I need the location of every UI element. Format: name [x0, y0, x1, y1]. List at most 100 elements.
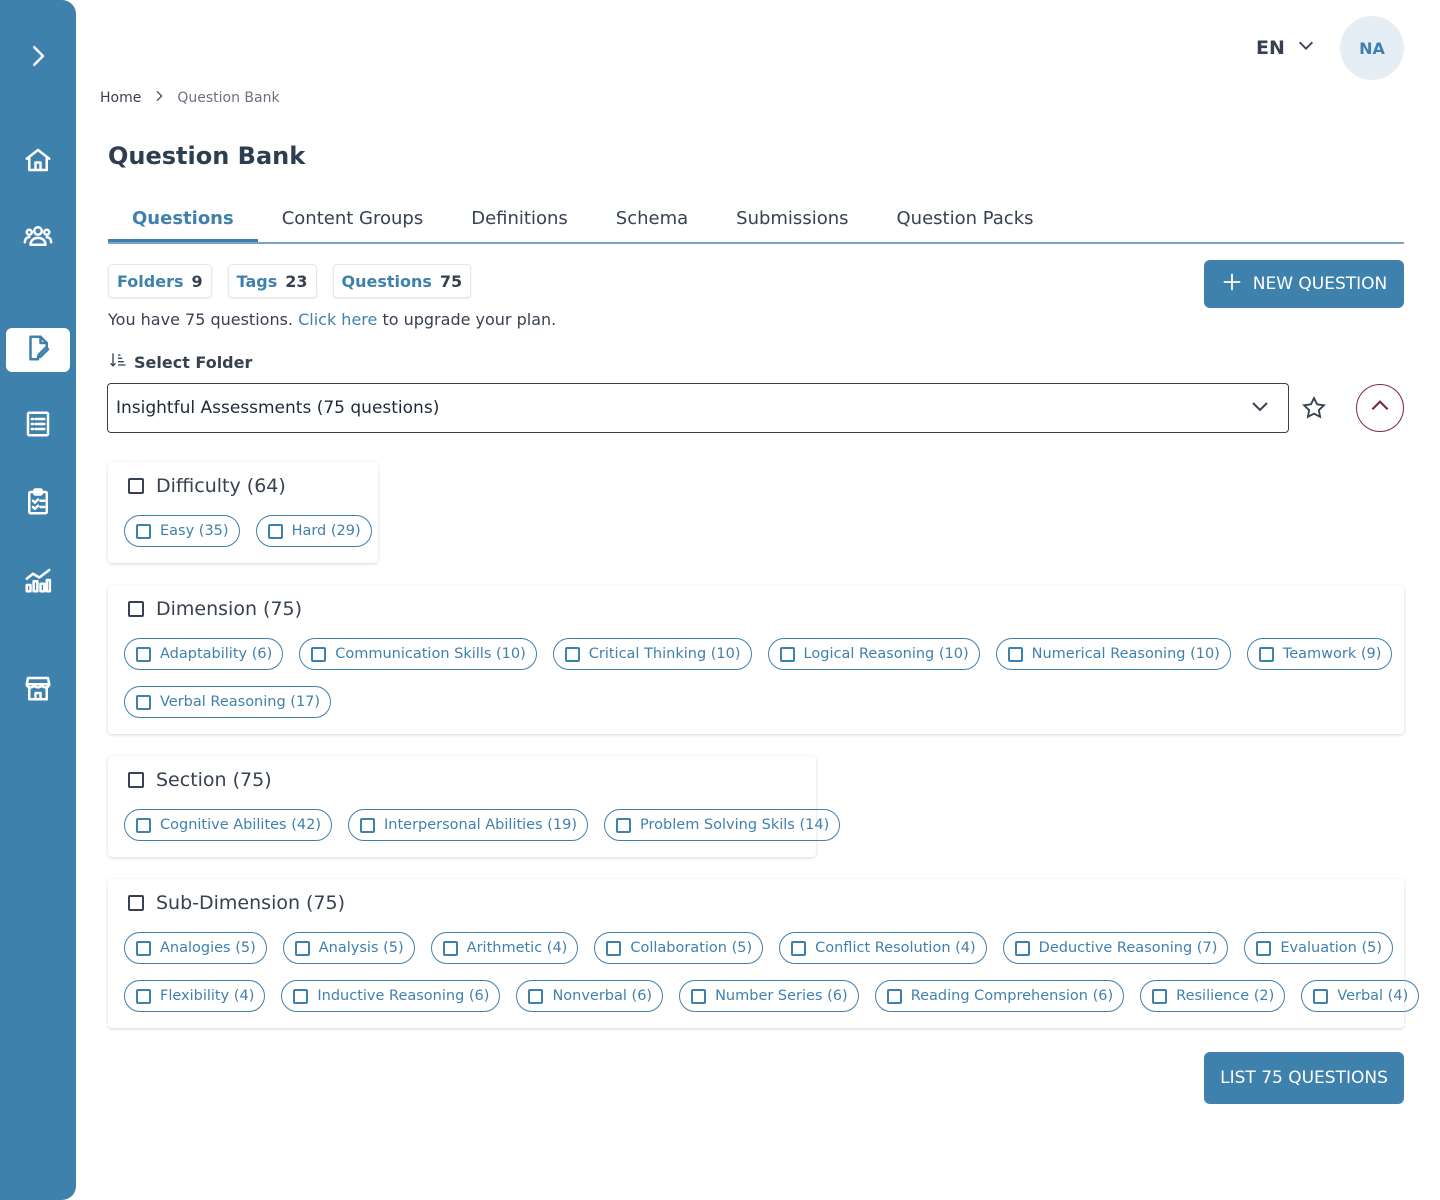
- tab-questions[interactable]: Questions: [108, 200, 258, 242]
- filter-chip[interactable]: Problem Solving Skils (14): [604, 809, 841, 841]
- filter-chip[interactable]: Numerical Reasoning (10): [995, 638, 1231, 670]
- sidebar-item-list[interactable]: [6, 404, 70, 448]
- sidebar-item-home[interactable]: [6, 140, 70, 184]
- collapse-filters-button[interactable]: [1356, 384, 1404, 432]
- avatar[interactable]: NA: [1340, 16, 1404, 80]
- edit-document-icon: [23, 333, 53, 367]
- checkbox[interactable]: [128, 772, 144, 788]
- checkbox[interactable]: [616, 817, 632, 833]
- chip-label: Adaptability (6): [160, 646, 273, 662]
- filter-chip[interactable]: Interpersonal Abilities (19): [348, 809, 589, 841]
- chip-label: Hard (29): [291, 523, 361, 539]
- tags-counter[interactable]: Tags 23: [227, 264, 317, 298]
- sidebar-item-question-bank[interactable]: [6, 328, 70, 372]
- checkbox[interactable]: [791, 940, 807, 956]
- checkbox[interactable]: [128, 601, 144, 617]
- checkbox[interactable]: [1014, 940, 1030, 956]
- sidebar-item-users[interactable]: [6, 216, 70, 260]
- checkbox[interactable]: [1007, 646, 1023, 662]
- filter-chip[interactable]: Cognitive Abilites (42): [124, 809, 332, 841]
- chip-label: Nonverbal (6): [552, 988, 653, 1004]
- checkbox[interactable]: [294, 940, 310, 956]
- tab-question-packs[interactable]: Question Packs: [873, 200, 1058, 242]
- sidebar-toggle[interactable]: [6, 36, 70, 80]
- filter-chip[interactable]: Easy (35): [124, 515, 240, 547]
- filter-chip[interactable]: Verbal Reasoning (17): [124, 686, 332, 718]
- group-header-difficulty[interactable]: Difficulty (64): [128, 475, 286, 497]
- checkbox[interactable]: [267, 523, 283, 539]
- checkbox[interactable]: [528, 988, 544, 1004]
- page-title: Question Bank: [108, 142, 306, 170]
- filter-group-dimension: Dimension (75) Adaptability (6) Communic…: [108, 585, 1404, 734]
- filter-chip[interactable]: Collaboration (5): [594, 932, 764, 964]
- filter-chip[interactable]: Logical Reasoning (10): [767, 638, 980, 670]
- checkbox[interactable]: [442, 940, 458, 956]
- filter-chip[interactable]: Number Series (6): [679, 980, 859, 1012]
- tab-definitions[interactable]: Definitions: [447, 200, 592, 242]
- filter-chip[interactable]: Arithmetic (4): [430, 932, 579, 964]
- group-header-subdimension[interactable]: Sub-Dimension (75): [128, 892, 345, 914]
- language-selector[interactable]: EN: [1256, 34, 1317, 61]
- checkbox[interactable]: [136, 988, 151, 1004]
- sidebar-item-clipboard[interactable]: [6, 482, 70, 526]
- checkbox[interactable]: [886, 988, 902, 1004]
- filter-chip[interactable]: Conflict Resolution (4): [779, 932, 987, 964]
- breadcrumb-home[interactable]: Home: [100, 90, 141, 106]
- checkbox[interactable]: [779, 646, 795, 662]
- checkbox[interactable]: [1313, 988, 1329, 1004]
- chip-label: Analysis (5): [318, 940, 404, 956]
- filter-chip[interactable]: Adaptability (6): [124, 638, 284, 670]
- filter-chip[interactable]: Critical Thinking (10): [552, 638, 752, 670]
- filter-chip[interactable]: Evaluation (5): [1244, 932, 1394, 964]
- checkbox[interactable]: [136, 523, 151, 539]
- filter-chip[interactable]: Deductive Reasoning (7): [1002, 932, 1229, 964]
- folder-select[interactable]: Insightful Assessments (75 questions): [107, 383, 1289, 433]
- upgrade-link[interactable]: Click here: [298, 310, 377, 329]
- checkbox[interactable]: [564, 646, 580, 662]
- checkbox[interactable]: [128, 895, 144, 911]
- new-question-button[interactable]: NEW QUESTION: [1204, 260, 1404, 308]
- filter-chip[interactable]: Resilience (2): [1140, 980, 1286, 1012]
- chip-label: Easy (35): [160, 523, 229, 539]
- filter-chip[interactable]: Inductive Reasoning (6): [281, 980, 501, 1012]
- checkbox[interactable]: [1152, 988, 1168, 1004]
- filter-chip[interactable]: Flexibility (4): [124, 980, 266, 1012]
- checkbox[interactable]: [311, 646, 327, 662]
- filter-chip[interactable]: Analogies (5): [124, 932, 267, 964]
- clipboard-check-icon: [23, 487, 53, 521]
- chip-label: Inductive Reasoning (6): [317, 988, 490, 1004]
- favorite-button[interactable]: [1300, 394, 1328, 422]
- checkbox[interactable]: [128, 478, 144, 494]
- filter-chip[interactable]: Communication Skills (10): [299, 638, 537, 670]
- filter-chip[interactable]: Reading Comprehension (6): [874, 980, 1125, 1012]
- sidebar-item-analytics[interactable]: [6, 560, 70, 604]
- checkbox[interactable]: [1256, 940, 1272, 956]
- chart-icon: [23, 565, 53, 599]
- checkbox[interactable]: [136, 646, 151, 662]
- sidebar-item-store[interactable]: [6, 668, 70, 712]
- checkbox[interactable]: [1258, 646, 1274, 662]
- tab-content-groups[interactable]: Content Groups: [258, 200, 448, 242]
- checkbox[interactable]: [360, 817, 375, 833]
- filter-chip[interactable]: Teamwork (9): [1246, 638, 1393, 670]
- tab-schema[interactable]: Schema: [592, 200, 712, 242]
- tab-submissions[interactable]: Submissions: [712, 200, 872, 242]
- chip-label: Number Series (6): [715, 988, 848, 1004]
- filter-chip[interactable]: Hard (29): [255, 515, 372, 547]
- folders-counter[interactable]: Folders 9: [108, 264, 212, 298]
- chip-row: Easy (35) Hard (29): [124, 515, 372, 547]
- checkbox[interactable]: [136, 940, 151, 956]
- checkbox[interactable]: [691, 988, 707, 1004]
- filter-chip[interactable]: Analysis (5): [282, 932, 415, 964]
- filter-chip[interactable]: Nonverbal (6): [516, 980, 664, 1012]
- checkbox[interactable]: [136, 817, 151, 833]
- chip-label: Communication Skills (10): [335, 646, 526, 662]
- checkbox[interactable]: [606, 940, 622, 956]
- filter-chip[interactable]: Verbal (4): [1301, 980, 1420, 1012]
- checkbox[interactable]: [136, 694, 151, 710]
- list-questions-button[interactable]: LIST 75 QUESTIONS: [1204, 1052, 1404, 1104]
- questions-counter[interactable]: Questions 75: [332, 264, 472, 298]
- checkbox[interactable]: [293, 988, 309, 1004]
- group-header-dimension[interactable]: Dimension (75): [128, 598, 302, 620]
- group-header-section[interactable]: Section (75): [128, 769, 272, 791]
